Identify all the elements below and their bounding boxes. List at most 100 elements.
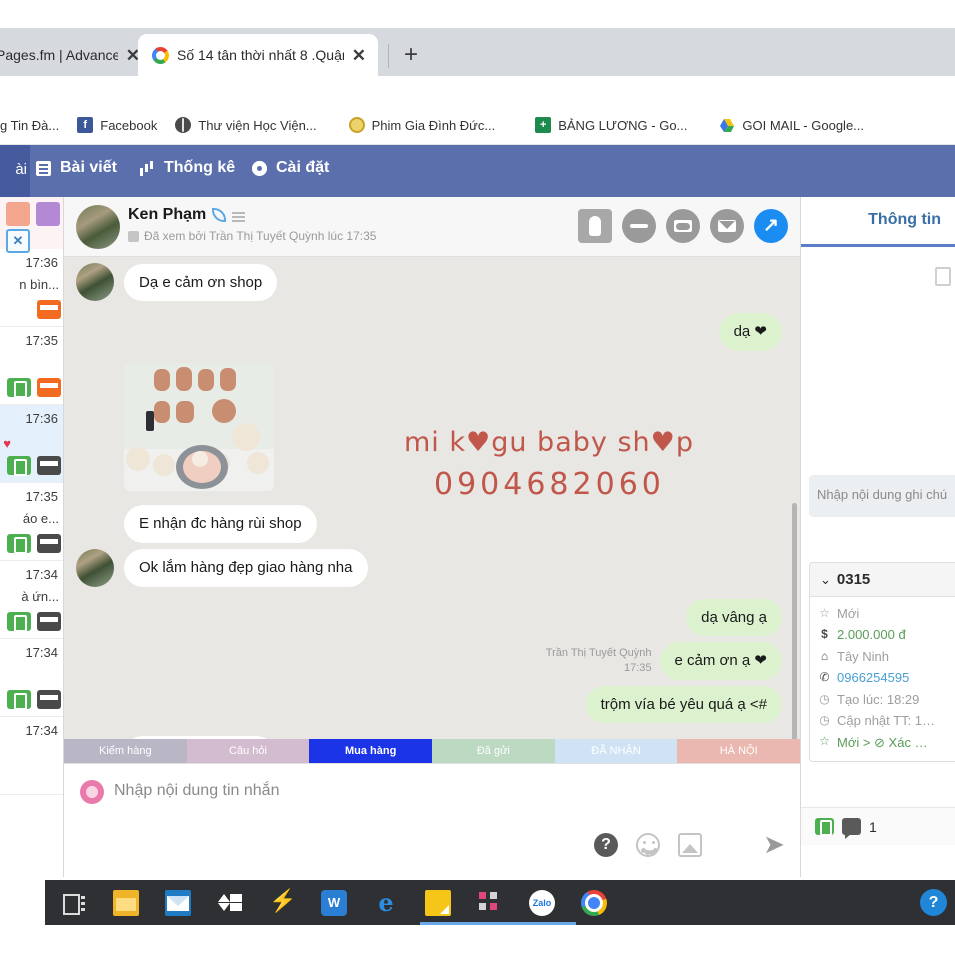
seen-status-label: Đã xem bởi Trần Thị Tuyết Quỳnh lúc 17:3… bbox=[144, 229, 377, 243]
order-row-workflow[interactable]: ☆ Mới > ⊘ Xác … bbox=[818, 732, 955, 753]
star-icon: ☆ bbox=[819, 605, 830, 620]
order-workflow-label[interactable]: Mới > ⊘ Xác … bbox=[837, 732, 928, 753]
tag-kiem-hang[interactable]: Kiểm hàng bbox=[64, 739, 187, 763]
color-swatch-purple[interactable] bbox=[36, 202, 60, 226]
list-item[interactable]: 17:36 n bìn... bbox=[0, 249, 63, 327]
bookmark-label: g Tin Đà... bbox=[0, 117, 60, 133]
message-input[interactable]: Nhập nội dung tin nhắn bbox=[114, 782, 279, 800]
emoji-icon[interactable] bbox=[636, 833, 660, 857]
list-item[interactable]: 17:34 à ứn... bbox=[0, 561, 63, 639]
list-item-badges bbox=[7, 534, 61, 554]
nav-item-settings[interactable]: Cài đặt bbox=[252, 159, 329, 177]
app-navbar: ài Bài viết Thống kê Cài đặt bbox=[0, 145, 955, 197]
scrollbar-thumb[interactable] bbox=[792, 503, 797, 763]
message-timestamp: 17:35 bbox=[624, 661, 652, 674]
contact-card-icon[interactable] bbox=[578, 209, 612, 243]
zalo-icon[interactable]: Zalo bbox=[529, 889, 555, 916]
avatar-spacer bbox=[76, 453, 114, 491]
order-row-phone[interactable]: ✆ 0966254595 bbox=[818, 667, 955, 688]
send-icon[interactable]: ➤ bbox=[762, 831, 786, 857]
browser-tab-active[interactable]: Số 14 tân thời nhất 8 .Quận 12 - ✕ bbox=[138, 34, 378, 76]
list-item[interactable]: 17:35 áo e... bbox=[0, 483, 63, 561]
list-item[interactable]: 17:34 bbox=[0, 717, 63, 795]
chevron-down-icon: ⌄ bbox=[820, 571, 831, 587]
copy-icon[interactable] bbox=[935, 267, 951, 286]
message-meta: Trần Thị Tuyết Quỳnh 17:35 bbox=[546, 646, 652, 680]
contact-name-label: Ken Phạm bbox=[128, 206, 207, 223]
dropbox-icon[interactable] bbox=[217, 890, 243, 916]
order-amount-label: 2.000.000 đ bbox=[837, 627, 906, 643]
comment-count: 1 bbox=[869, 818, 877, 835]
tag-mua-hang[interactable]: Mua hàng bbox=[309, 739, 433, 763]
block-icon[interactable] bbox=[622, 209, 656, 243]
grid-app-icon[interactable] bbox=[477, 890, 503, 916]
sticky-note-icon[interactable] bbox=[425, 889, 451, 916]
bookmark-item[interactable]: Phim Gia Đình Đức... bbox=[340, 117, 505, 133]
order-row-amount: $ 2.000.000 đ bbox=[818, 624, 955, 645]
order-row-updated: ◷ Cập nhật TT: 1… bbox=[818, 710, 955, 731]
bookmark-item[interactable]: + BẢNG LƯƠNG - Go... bbox=[526, 117, 696, 133]
new-tab-button[interactable]: + bbox=[404, 43, 418, 67]
chat-header: Ken Phạm Đã xem bởi Trần Thị Tuyết Quỳnh… bbox=[64, 197, 800, 257]
phone-icon: ✆ bbox=[819, 670, 830, 685]
order-phone-label[interactable]: 0966254595 bbox=[837, 667, 909, 688]
tag-da-nhan[interactable]: ĐÃ NHẬN bbox=[554, 739, 678, 763]
nav-item-posts[interactable]: Bài viết bbox=[36, 159, 117, 177]
list-item-time: 17:35 bbox=[25, 489, 58, 504]
tag-ha-noi[interactable]: HÀ NỘI bbox=[677, 739, 801, 763]
tab-thong-tin[interactable]: Thông tin bbox=[801, 197, 955, 247]
list-item-badges bbox=[7, 378, 61, 398]
help-icon[interactable]: ? bbox=[594, 833, 618, 857]
list-item-selected[interactable]: 17:36 ♥ bbox=[0, 405, 63, 483]
message-image-attachment[interactable] bbox=[124, 362, 274, 491]
comment-icon[interactable] bbox=[842, 818, 861, 839]
list-item-snippet: à ứn... bbox=[21, 589, 59, 604]
chrome-icon[interactable] bbox=[581, 889, 607, 916]
color-swatch-peach[interactable] bbox=[6, 202, 30, 226]
edge-icon[interactable]: e bbox=[373, 889, 399, 916]
message-row: dạ ❤ bbox=[76, 313, 782, 351]
bookmark-item[interactable]: g Tin Đà... bbox=[0, 118, 68, 133]
conversation-list[interactable]: ✕ 17:36 n bìn... 17:35 17:36 ♥ 17:35 áo … bbox=[0, 197, 64, 877]
open-external-icon[interactable] bbox=[754, 209, 788, 243]
lightning-icon[interactable] bbox=[269, 888, 296, 916]
list-item[interactable]: 17:34 bbox=[0, 639, 63, 717]
close-icon[interactable]: ✕ bbox=[352, 47, 366, 64]
navbar-left-partial[interactable]: ài bbox=[0, 145, 30, 197]
order-created-label: Tạo lúc: 18:29 bbox=[837, 691, 920, 707]
file-explorer-icon[interactable] bbox=[113, 889, 139, 916]
clock-icon: ◷ bbox=[819, 713, 830, 727]
phone-icon[interactable] bbox=[815, 818, 834, 836]
phone-icon bbox=[7, 690, 31, 710]
image-icon[interactable] bbox=[678, 833, 702, 857]
browser-tab-inactive[interactable]: Pages.fm | Advance ✕ bbox=[0, 34, 152, 76]
message-composer[interactable]: Nhập nội dung tin nhắn ? ➤ bbox=[64, 763, 800, 877]
leaf-icon bbox=[212, 208, 227, 222]
list-item-time: 17:34 bbox=[25, 723, 58, 738]
mail-unread-icon[interactable] bbox=[710, 209, 744, 243]
bookmark-label: BẢNG LƯƠNG - Go... bbox=[558, 117, 688, 133]
avatar bbox=[76, 205, 120, 249]
wps-office-icon[interactable]: W bbox=[321, 889, 347, 916]
task-view-icon[interactable] bbox=[61, 890, 87, 916]
help-tray-icon[interactable]: ? bbox=[920, 889, 947, 916]
list-item-time: 17:35 bbox=[25, 333, 58, 348]
order-updated-label: Cập nhật TT: 1… bbox=[837, 713, 936, 729]
bookmark-item[interactable]: f Facebook bbox=[68, 117, 166, 133]
mail-read-icon[interactable] bbox=[666, 209, 700, 243]
tab-title: Pages.fm | Advance bbox=[0, 47, 118, 63]
note-input[interactable]: Nhập nội dung ghi chú bbox=[809, 475, 955, 517]
order-id: 0315 bbox=[836, 571, 871, 588]
list-item[interactable]: 17:35 bbox=[0, 327, 63, 405]
tag-da-gui[interactable]: Đã gửi bbox=[432, 739, 555, 763]
nav-item-stats[interactable]: Thống kê bbox=[140, 159, 235, 177]
tag-cau-hoi[interactable]: Câu hỏi bbox=[186, 739, 310, 763]
message-bubble-incoming: Dạ e cảm ơn shop bbox=[124, 263, 278, 301]
bookmark-item[interactable]: GOI MAIL - Google... bbox=[710, 117, 873, 133]
order-card-header[interactable]: ⌄ 0315 bbox=[810, 563, 955, 597]
mail-icon[interactable] bbox=[165, 889, 191, 916]
bookmark-item[interactable]: Thư viện Học Viện... bbox=[166, 117, 325, 133]
tag-strip: Kiểm hàng Câu hỏi Mua hàng Đã gửi ĐÃ NHẬ… bbox=[64, 739, 801, 763]
home-icon: ⌂ bbox=[820, 648, 829, 663]
mail-icon bbox=[37, 456, 61, 475]
